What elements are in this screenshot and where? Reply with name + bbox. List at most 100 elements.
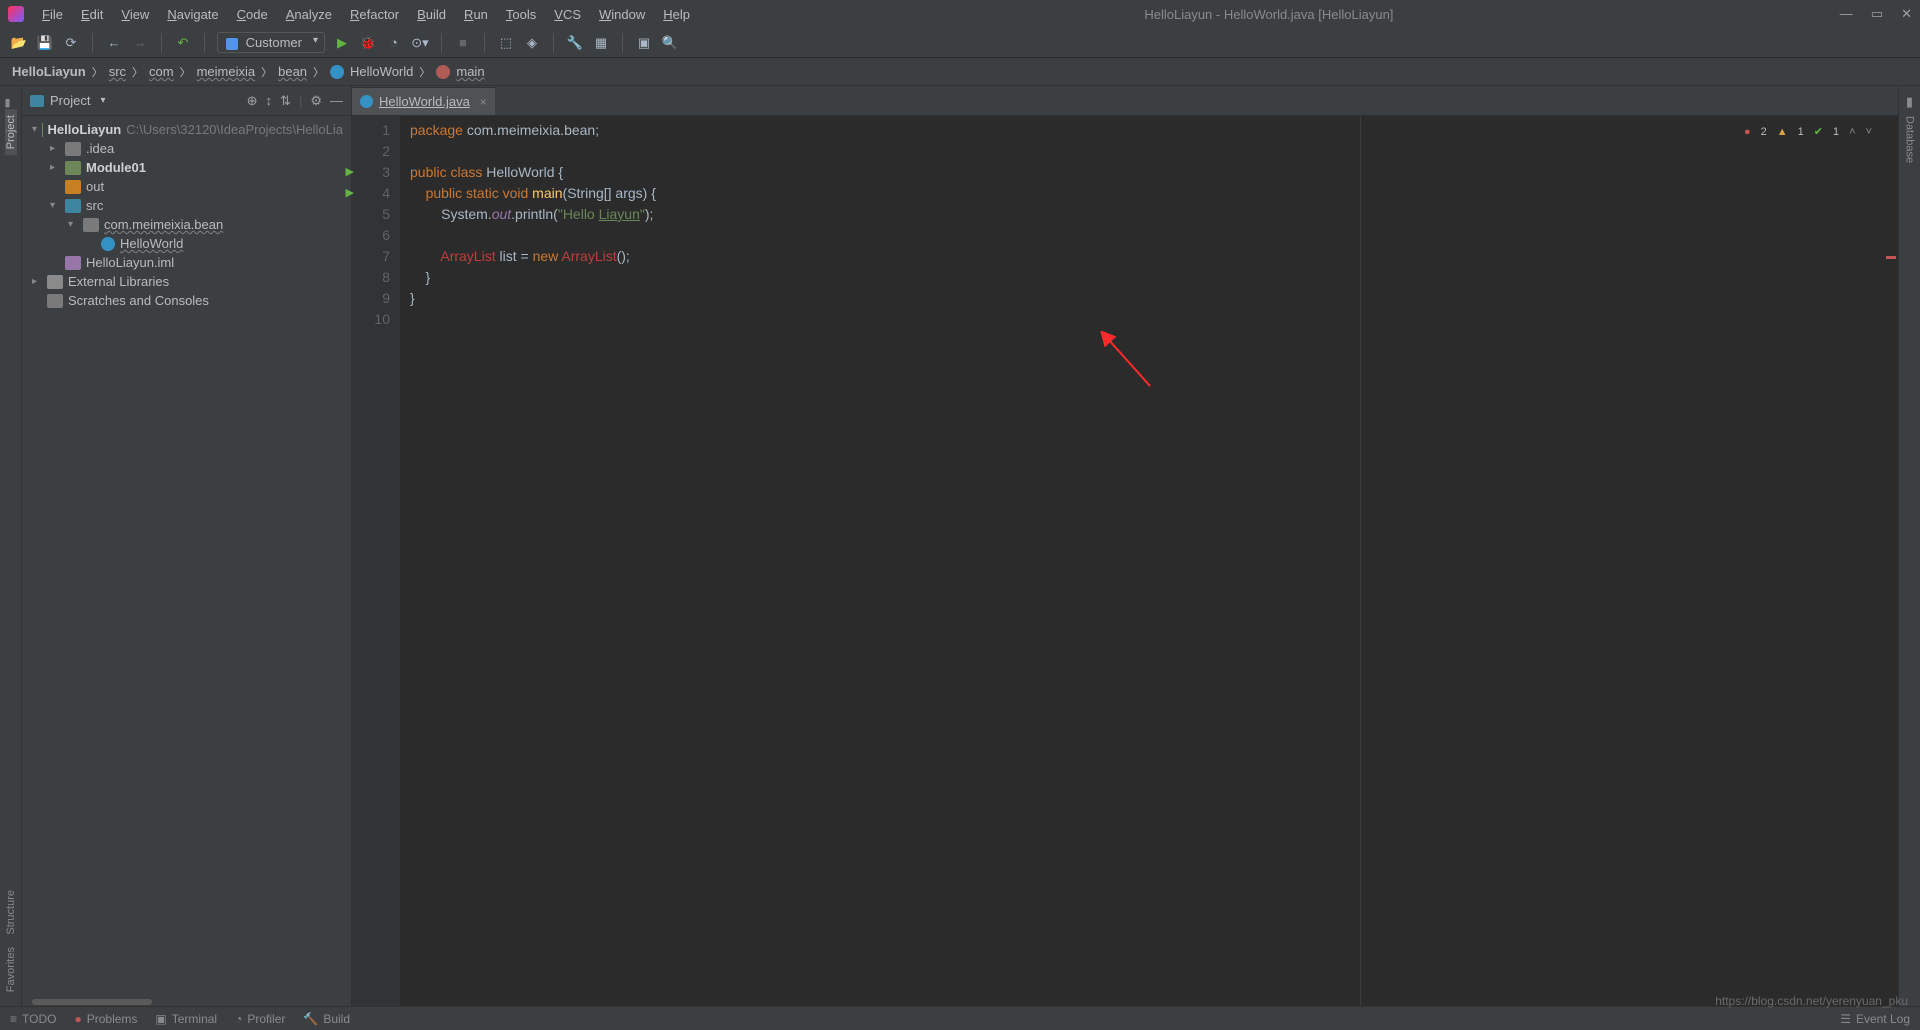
menu-help[interactable]: Help [655,4,698,25]
breadcrumb-root[interactable]: HelloLiayun [12,64,86,79]
toolbar: 📂 💾 ⟳ ← → ↶ Customer ▶ 🐞 ◔ ⊙▾ ■ ⬚ ◈ 🔧 ▦ … [0,28,1920,58]
main-area: ▮ Project Structure Favorites Project ⊕ … [0,86,1920,1006]
tree-item[interactable]: out [22,177,351,196]
statusbar: ≡TODO ●Problems ▣Terminal ◔Profiler 🔨Bui… [0,1006,1920,1030]
menu-refactor[interactable]: Refactor [342,4,407,25]
code-area[interactable]: ●2 ▲1 ✔1 ˄ ˅ package com.meimeixia.bean;… [400,116,1898,1006]
expand-all-icon[interactable]: ↕ [266,93,273,109]
menu-window[interactable]: Window [591,4,653,25]
prev-highlight-icon[interactable]: ˄ [1849,122,1855,143]
status-todo[interactable]: ≡TODO [10,1012,56,1026]
maximize-button[interactable]: ▭ [1871,6,1883,22]
project-tree[interactable]: ▾HelloLiayun C:\Users\32120\IdeaProjects… [22,116,351,998]
collapse-all-icon[interactable]: ⇅ [280,93,291,109]
tree-item[interactable]: ▸.idea [22,139,351,158]
file-c-icon [101,237,115,251]
tree-item[interactable]: ▾com.meimeixia.bean [22,215,351,234]
tab-helloworld[interactable]: HelloWorld.java × [352,87,495,115]
open-icon[interactable]: 📂 [10,34,28,52]
gutter-run-icon[interactable]: ▶ [346,162,354,183]
menu-analyze[interactable]: Analyze [278,4,340,25]
menu-view[interactable]: View [113,4,157,25]
tree-item[interactable]: ▸External Libraries [22,272,351,291]
tree-item[interactable]: Scratches and Consoles [22,291,351,310]
status-build[interactable]: 🔨Build [303,1012,350,1026]
bookmark-icon[interactable]: ▮ [5,97,11,109]
structure-tool-button[interactable]: Structure [5,884,17,941]
breadcrumb-com[interactable]: com [149,64,174,79]
error-stripe-marker[interactable] [1886,256,1896,259]
run-config-combo[interactable]: Customer [217,32,325,53]
search-icon[interactable]: 🔍 [661,34,679,52]
save-icon[interactable]: 💾 [36,34,54,52]
status-profiler[interactable]: ◔Profiler [235,1012,285,1026]
tree-item[interactable]: HelloWorld [22,234,351,253]
run-icon[interactable]: ▶ [333,34,351,52]
attach-icon[interactable]: ⬚ [497,34,515,52]
tree-item[interactable]: ▾src [22,196,351,215]
settings-wrench-icon[interactable]: 🔧 [566,34,584,52]
project-structure-icon[interactable]: ▦ [592,34,610,52]
sync-icon[interactable]: ⟳ [62,34,80,52]
favorites-tool-button[interactable]: Favorites [5,941,17,998]
right-margin-line [1360,116,1361,1006]
close-button[interactable]: ✕ [1901,6,1912,22]
breadcrumb-method[interactable]: main [456,64,484,79]
menu-file[interactable]: File [34,4,71,25]
editor-body[interactable]: 123▶4▶5678910 ●2 ▲1 ✔1 ˄ ˅ package com.m… [352,116,1898,1006]
sdk-icon[interactable]: ▣ [635,34,653,52]
inspection-widget[interactable]: ●2 ▲1 ✔1 ˄ ˅ [1744,122,1872,143]
error-count: 2 [1761,122,1767,143]
tree-item[interactable]: ▸Module01 [22,158,351,177]
sidebar-scrollbar[interactable] [22,998,351,1006]
menu-code[interactable]: Code [229,4,276,25]
editor: HelloWorld.java × 123▶4▶5678910 ●2 ▲1 ✔1… [352,86,1898,1006]
db-icon[interactable]: ▮ [1906,94,1913,110]
breadcrumb-pkg[interactable]: meimeixia [197,64,256,79]
menu-tools[interactable]: Tools [498,4,544,25]
tree-label: src [86,198,103,213]
app-icon [8,6,24,22]
separator [484,33,485,53]
breadcrumb-bean[interactable]: bean [278,64,307,79]
tree-label: out [86,179,104,194]
sidebar-view-selector[interactable]: Project [30,93,247,108]
undo-icon[interactable]: ↶ [174,34,192,52]
menu-run[interactable]: Run [456,4,496,25]
menu-build[interactable]: Build [409,4,454,25]
status-event-log[interactable]: ☰Event Log [1840,1012,1910,1026]
warning-icon: ▲ [1777,122,1788,143]
minimize-button[interactable]: — [1840,6,1853,22]
select-opened-icon[interactable]: ⊕ [247,93,258,109]
menu-edit[interactable]: Edit [73,4,111,25]
gutter-run-icon[interactable]: ▶ [346,183,354,204]
coverage-icon[interactable]: ◔ [385,34,403,52]
tree-item[interactable]: ▾HelloLiayun C:\Users\32120\IdeaProjects… [22,120,351,139]
back-icon[interactable]: ← [105,34,123,52]
structure-icon[interactable]: ◈ [523,34,541,52]
file-iml-icon [65,256,81,270]
status-terminal[interactable]: ▣Terminal [155,1012,217,1026]
database-tool-button[interactable]: Database [1904,110,1916,169]
tree-label: .idea [86,141,114,156]
window-title: HelloLiayun - HelloWorld.java [HelloLiay… [698,7,1840,22]
forward-icon[interactable]: → [131,34,149,52]
menu-navigate[interactable]: Navigate [159,4,226,25]
next-highlight-icon[interactable]: ˅ [1866,122,1872,143]
debug-icon[interactable]: 🐞 [359,34,377,52]
stop-icon[interactable]: ■ [454,34,472,52]
status-problems[interactable]: ●Problems [74,1012,137,1026]
menu-vcs[interactable]: VCS [546,4,589,25]
left-tool-stripe: ▮ Project Structure Favorites [0,86,22,1006]
hide-icon[interactable]: — [330,93,343,109]
project-tool-button[interactable]: Project [5,109,17,155]
breadcrumb-class[interactable]: HelloWorld [350,64,413,79]
line-gutter[interactable]: 123▶4▶5678910 [352,116,400,1006]
breadcrumb-src[interactable]: src [109,64,126,79]
weak-count: 1 [1833,122,1839,143]
editor-tabs: HelloWorld.java × [352,86,1898,116]
profile-icon[interactable]: ⊙▾ [411,34,429,52]
settings-icon[interactable]: ⚙ [310,93,322,109]
tree-item[interactable]: HelloLiayun.iml [22,253,351,272]
close-tab-icon[interactable]: × [480,95,487,109]
